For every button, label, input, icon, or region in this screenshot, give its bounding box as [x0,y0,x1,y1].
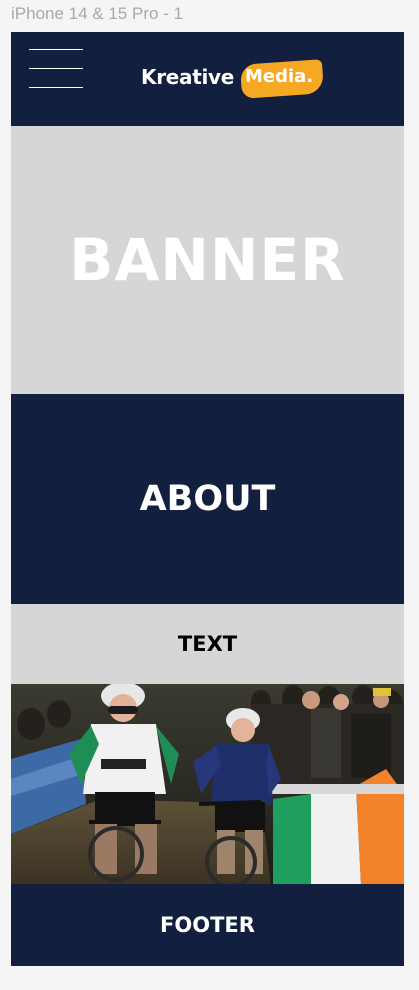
cyclocross-photo [11,684,404,884]
logo-text-media: Media. [245,66,314,87]
footer: FOOTER [11,884,404,966]
about-section: ABOUT [11,394,404,604]
text-section: TEXT [11,604,404,684]
footer-title: FOOTER [160,913,255,937]
menu-line [29,49,83,50]
frame-label: iPhone 14 & 15 Pro - 1 [11,4,184,23]
hamburger-menu-icon[interactable] [29,49,83,89]
logo-text-kreative: Kreative [141,65,235,89]
header: Kreative Media. [11,32,404,126]
text-title: TEXT [177,632,238,656]
banner-title: BANNER [69,226,346,294]
phone-frame: Kreative Media. BANNER ABOUT TEXT FOOTER [11,32,404,966]
logo[interactable]: Kreative Media. [141,59,326,99]
photo-illustration [11,684,404,884]
banner-section: BANNER [11,126,404,394]
about-title: ABOUT [139,479,276,519]
menu-line [29,87,83,88]
menu-line [29,68,83,69]
